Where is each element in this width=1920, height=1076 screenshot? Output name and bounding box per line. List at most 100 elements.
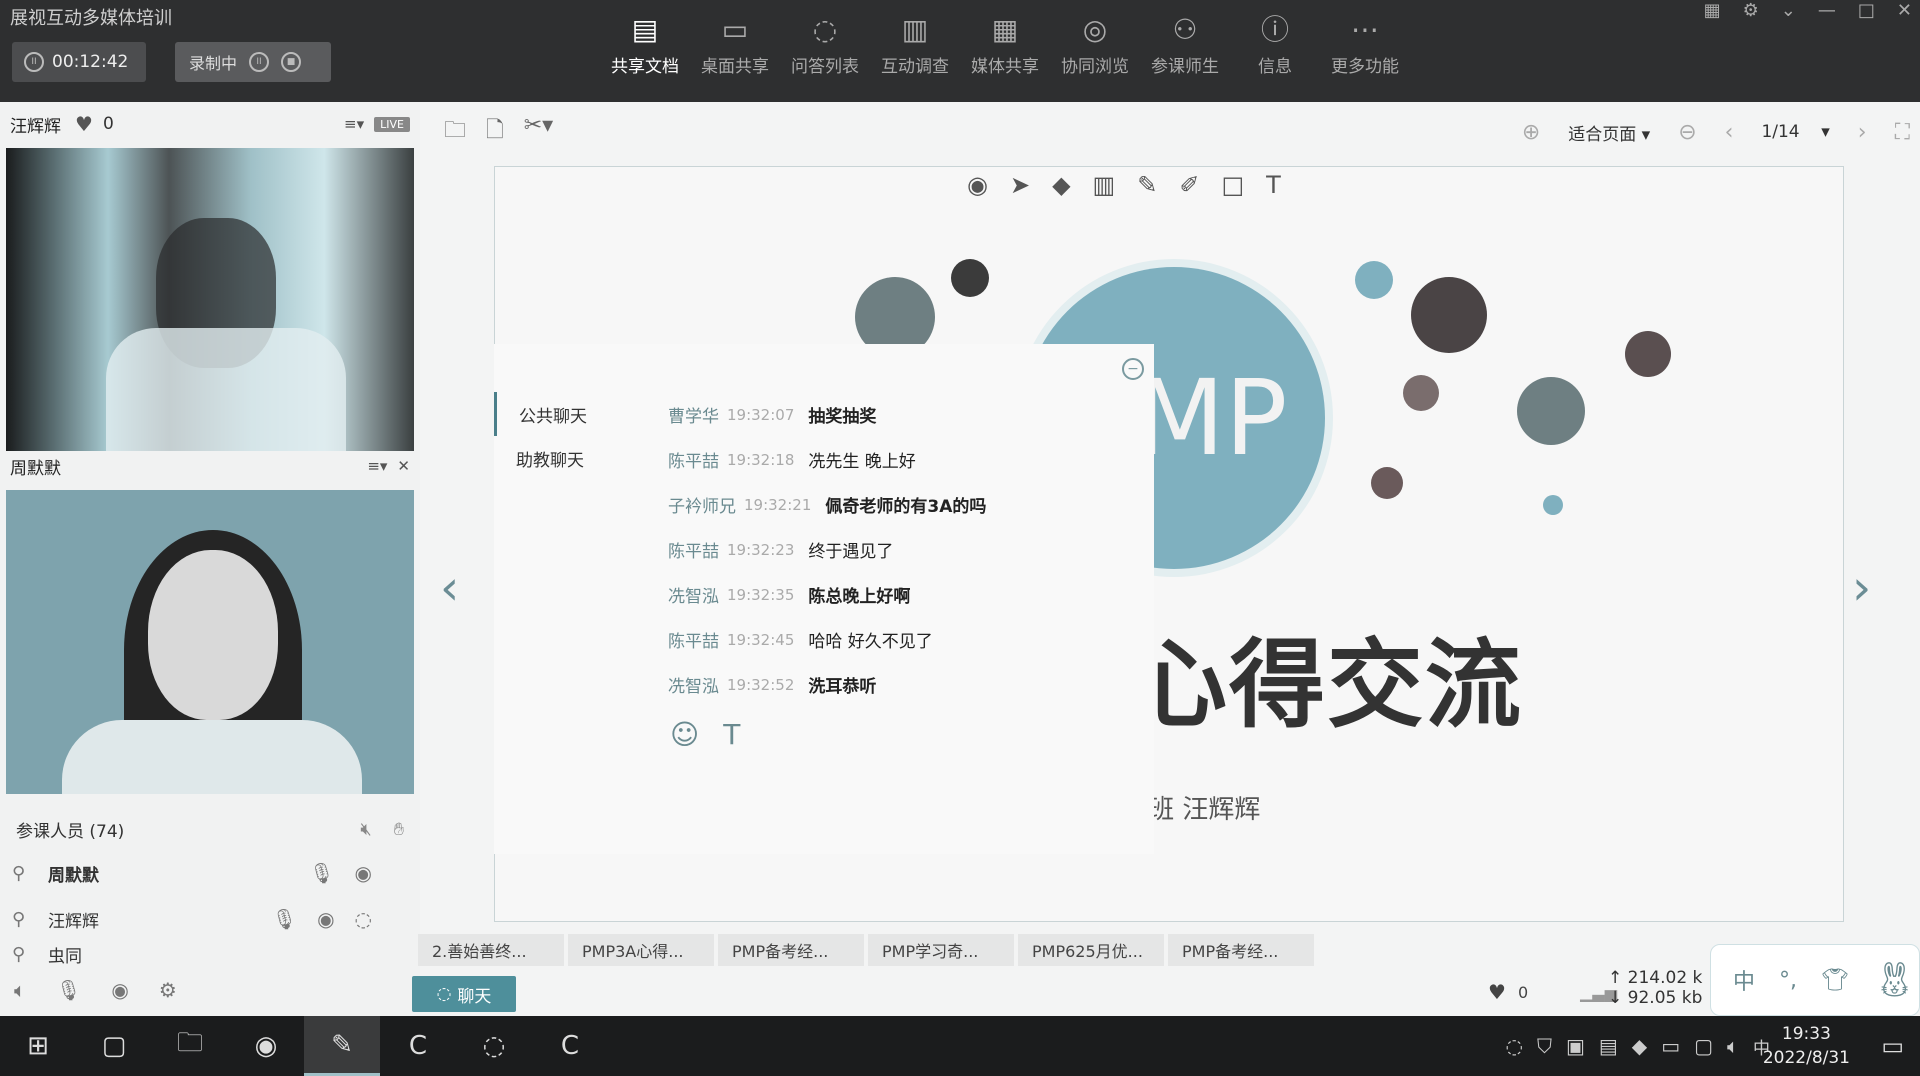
toolbar-document-button[interactable]: ▤ 共享文档 [600, 12, 690, 77]
record-icon[interactable]: ◉ [967, 171, 988, 199]
zoom-in-icon[interactable]: ⊕ [1522, 120, 1540, 145]
next-slide-arrow[interactable]: › [1852, 560, 1871, 616]
chat-sender[interactable]: 曹学华 [668, 402, 719, 427]
prev-slide-arrow[interactable]: ‹ [440, 560, 459, 616]
page-indicator[interactable]: 1/14 ▾ [1761, 122, 1829, 142]
pause-recording-icon[interactable]: II [249, 52, 270, 72]
clear-icon[interactable]: ▥ [1093, 171, 1116, 199]
pause-icon[interactable]: II [24, 52, 44, 72]
participant-row[interactable]: ⚲ 周默默 🎙︎ ◉ [0, 850, 420, 896]
file-tab[interactable]: 2.善始善终... [418, 934, 564, 966]
open-folder-icon[interactable]: 🗀︎ [444, 113, 466, 151]
file-tab[interactable]: PMP备考经... [1168, 934, 1314, 966]
eraser-icon[interactable]: ◆ [1052, 171, 1070, 199]
close-icon[interactable]: ✕ [1897, 0, 1912, 21]
microphone-icon[interactable]: 🎙︎ [56, 978, 81, 1002]
camera-icon[interactable]: ◉ [111, 978, 128, 1002]
file-tab[interactable]: PMP学习奇... [868, 934, 1014, 966]
meeting-app-icon[interactable]: ✎ [304, 1016, 380, 1076]
settings-icon[interactable]: ⚙ [159, 978, 177, 1002]
settings-icon[interactable]: ⚙ [1743, 0, 1759, 21]
system-clock[interactable]: 19:33 2022/8/31 [1763, 1022, 1850, 1070]
app-c2-icon[interactable]: C [532, 1016, 608, 1076]
pointer-icon[interactable]: ➤ [1010, 171, 1030, 199]
prev-page-icon[interactable]: ‹ [1725, 120, 1734, 145]
microphone-icon[interactable]: 🎙︎ [309, 861, 334, 885]
chat-sender[interactable]: 陈平喆 [668, 627, 719, 652]
notification-icon[interactable]: ▭ [1881, 1032, 1904, 1060]
toolbar-qa-button[interactable]: ◌ 问答列表 [780, 12, 870, 77]
camera-icon[interactable]: ◉ [355, 861, 372, 885]
network-icon[interactable]: ▢ [1694, 1034, 1713, 1059]
chat-icon[interactable]: ◌ [355, 907, 372, 931]
start-icon[interactable]: ⊞ [0, 1016, 76, 1076]
rectangle-icon[interactable]: □ [1221, 171, 1244, 199]
video-menu-icon[interactable]: ≡▾ [344, 115, 364, 133]
video1-likes[interactable]: ♥ 0 [75, 112, 114, 136]
tray-chat-icon[interactable]: ◌ [1506, 1034, 1523, 1059]
file-tab[interactable]: PMP备考经... [718, 934, 864, 966]
battery-icon[interactable]: ▭ [1661, 1034, 1680, 1059]
collapse-icon[interactable]: ⌄ [1781, 0, 1796, 21]
minimize-icon[interactable]: — [1818, 0, 1836, 21]
zoom-out-icon[interactable]: ⊖ [1678, 120, 1696, 145]
camera-icon[interactable]: ◉ [317, 907, 334, 931]
emoji-icon[interactable]: ☺ [670, 718, 699, 751]
security-icon[interactable]: ◆ [1632, 1034, 1647, 1059]
chat-sender[interactable]: 子衿师兄 [668, 492, 736, 517]
recording-timer[interactable]: II 00:12:42 [12, 42, 146, 82]
chat-sender[interactable]: 冼智泓 [668, 672, 719, 697]
toolbar-more-button[interactable]: ⋯ 更多功能 [1320, 12, 1410, 77]
collapse-chat-icon[interactable]: − [1122, 358, 1144, 380]
toolbar-survey-button[interactable]: ▥ 互动调查 [870, 12, 960, 77]
ime-punct[interactable]: °, [1779, 968, 1797, 993]
pen-icon[interactable]: ✎ [1137, 171, 1157, 199]
text-tool-icon[interactable]: T [1266, 171, 1281, 199]
heart-icon[interactable]: ♥ [1488, 980, 1506, 1004]
shirt-icon[interactable]: 👕︎ [1821, 968, 1849, 993]
fullscreen-icon[interactable]: ⛶ [1895, 120, 1910, 145]
chat-app-icon[interactable]: ◌ [456, 1016, 532, 1076]
layout-icon[interactable]: ▦ [1704, 0, 1721, 21]
task-view-icon[interactable]: ▢ [76, 1016, 152, 1076]
close-video-icon[interactable]: ✕ [397, 457, 410, 475]
chat-sender[interactable]: 陈平喆 [668, 537, 719, 562]
shield-icon[interactable]: ⛉ [1537, 1034, 1552, 1059]
text-format-icon[interactable]: T [723, 718, 740, 751]
tab-public-chat[interactable]: 公共聊天 [494, 392, 624, 436]
toolbar-browse-button[interactable]: ◎ 协同浏览 [1050, 12, 1140, 77]
video-menu-icon[interactable]: ≡▾ [367, 457, 387, 475]
participant-row[interactable]: ⚲ 汪辉辉 🎙︎ ◉ ◌ [0, 896, 420, 942]
file-explorer-icon[interactable]: 🗀︎ [152, 1016, 228, 1076]
browser-icon[interactable]: ◉ [228, 1016, 304, 1076]
participant-row[interactable]: ⚲ 虫同 [0, 942, 420, 967]
stop-recording-icon[interactable]: ■ [281, 52, 302, 72]
file-tab[interactable]: PMP3A心得... [568, 934, 714, 966]
mute-all-icon[interactable]: 🔇︎ [360, 819, 371, 840]
toolbar-people-button[interactable]: ⚇ 参课师生 [1140, 12, 1230, 77]
tab-assistant-chat[interactable]: 助教聊天 [494, 436, 624, 480]
next-page-icon[interactable]: › [1858, 120, 1867, 145]
ime-language[interactable]: 中 [1733, 964, 1755, 996]
volume-icon[interactable]: 🔈︎ [1727, 1034, 1739, 1059]
chat-button[interactable]: ◌ 聊天 [412, 976, 516, 1012]
toolbar-media-button[interactable]: ▦ 媒体共享 [960, 12, 1050, 77]
microphone-icon[interactable]: 🎙︎ [272, 907, 297, 931]
tray-app-icon[interactable]: ▣ [1566, 1034, 1585, 1059]
highlighter-icon[interactable]: ✐ [1179, 171, 1199, 199]
toolbar-desktop-share-button[interactable]: ▭ 桌面共享 [690, 12, 780, 77]
heart-icon[interactable]: ♥ [75, 112, 93, 136]
recording-status[interactable]: 录制中 II ■ [175, 42, 331, 82]
chat-sender[interactable]: 冼智泓 [668, 582, 719, 607]
rabbit-icon[interactable]: 🐰︎ [1873, 960, 1916, 1000]
file-tab[interactable]: PMP625月优... [1018, 934, 1164, 966]
app-c-icon[interactable]: C [380, 1016, 456, 1076]
scissors-icon[interactable]: ✂▾ [524, 113, 553, 151]
maximize-icon[interactable]: □ [1858, 0, 1875, 21]
tray-printer-icon[interactable]: ▤ [1599, 1034, 1618, 1059]
zoom-select[interactable]: 适合页面 ▾ [1568, 120, 1650, 145]
speaker-icon[interactable]: 🔈︎ [14, 978, 26, 1002]
new-document-icon[interactable]: 🗋︎ [486, 113, 504, 151]
toolbar-info-button[interactable]: ⓘ 信息 [1230, 12, 1320, 77]
hand-icon[interactable]: ✋︎ [394, 819, 404, 840]
